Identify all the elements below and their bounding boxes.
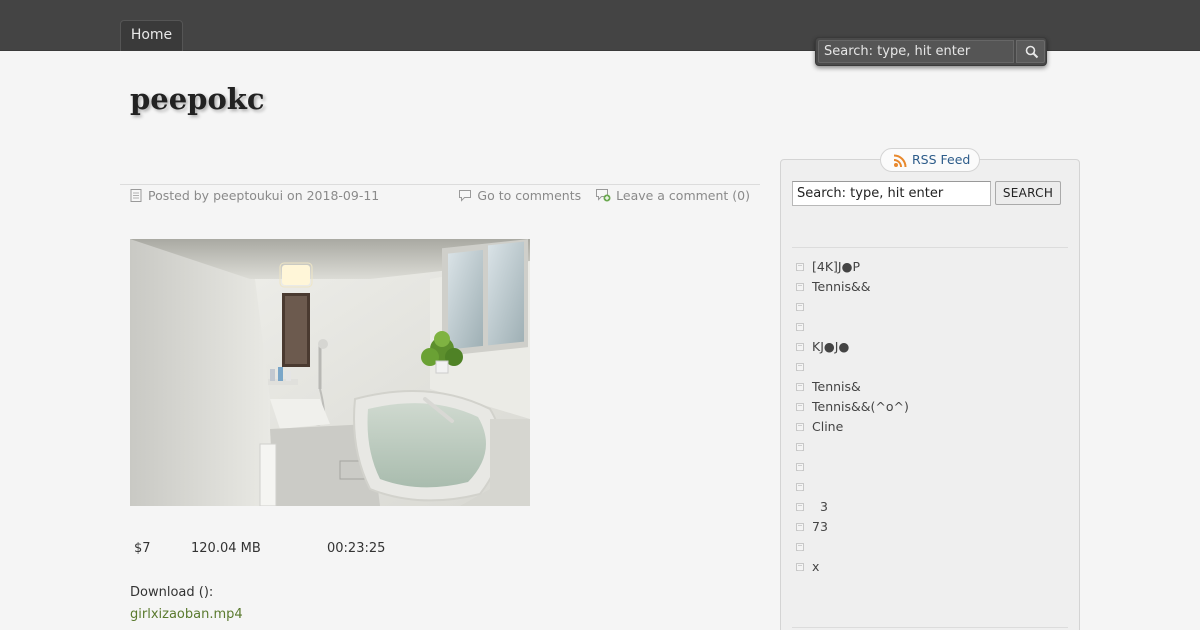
list-item[interactable] bbox=[794, 357, 1064, 377]
rss-feed-link[interactable]: RSS Feed bbox=[880, 148, 980, 172]
list-bullet-icon bbox=[796, 503, 804, 511]
list-bullet-icon bbox=[796, 523, 804, 531]
list-item-label: 3 bbox=[812, 499, 828, 514]
list-item[interactable] bbox=[794, 477, 1064, 497]
list-item-label: 73 bbox=[812, 519, 828, 534]
list-item[interactable]: Cline bbox=[794, 417, 1064, 437]
list-item[interactable] bbox=[794, 297, 1064, 317]
sidebar-divider bbox=[792, 247, 1068, 248]
list-item[interactable]: [4K]J●P bbox=[794, 257, 1064, 277]
list-bullet-icon bbox=[796, 263, 804, 271]
list-item[interactable]: Tennis&&(^o^) bbox=[794, 397, 1064, 417]
site-title[interactable]: peepokc bbox=[130, 82, 265, 116]
leave-comment-link[interactable]: Leave a comment (0) bbox=[616, 188, 750, 203]
list-bullet-icon bbox=[796, 343, 804, 351]
list-item-label: KJ●J● bbox=[812, 339, 850, 354]
sidebar-search-button[interactable]: SEARCH bbox=[995, 181, 1061, 205]
post-image bbox=[130, 239, 530, 506]
search-icon bbox=[1025, 45, 1039, 59]
header-search-input[interactable]: Search: type, hit enter bbox=[818, 40, 1014, 63]
list-bullet-icon bbox=[796, 543, 804, 551]
list-item-label: Tennis&&(^o^) bbox=[812, 399, 909, 414]
rss-icon bbox=[893, 154, 907, 168]
post-file-size: 120.04 MB bbox=[191, 541, 261, 556]
list-item-label: Cline bbox=[812, 419, 844, 434]
list-item[interactable]: Tennis& bbox=[794, 377, 1064, 397]
go-to-comments-link[interactable]: Go to comments bbox=[477, 188, 581, 203]
list-item[interactable]: x bbox=[794, 557, 1064, 577]
list-item-label: Tennis& bbox=[812, 379, 861, 394]
list-item-label: [4K]J●P bbox=[812, 259, 861, 274]
post-author[interactable]: peeptoukui bbox=[213, 188, 283, 203]
list-bullet-icon bbox=[796, 323, 804, 331]
post-duration: 00:23:25 bbox=[327, 541, 386, 556]
comment-add-icon bbox=[596, 189, 611, 202]
list-item[interactable]: KJ●J● bbox=[794, 337, 1064, 357]
list-bullet-icon bbox=[796, 303, 804, 311]
list-item-label: x bbox=[812, 559, 820, 574]
document-icon bbox=[130, 189, 142, 202]
sidebar-post-list: [4K]J●P Tennis&& KJ●J● Tennis& Tennis&&(… bbox=[794, 257, 1064, 577]
download-label: Download (): bbox=[130, 585, 214, 600]
list-item-label: Tennis&& bbox=[812, 279, 871, 294]
post-comment-links: Go to comments Leave a comment (0) bbox=[458, 188, 750, 203]
list-bullet-icon bbox=[796, 483, 804, 491]
posted-by-prefix: Posted by bbox=[148, 188, 210, 203]
list-bullet-icon bbox=[796, 383, 804, 391]
rss-feed-label: RSS Feed bbox=[912, 152, 971, 167]
list-bullet-icon bbox=[796, 423, 804, 431]
list-item[interactable]: 3 bbox=[794, 497, 1064, 517]
post-price: $7 bbox=[134, 541, 151, 556]
list-item[interactable] bbox=[794, 457, 1064, 477]
list-item[interactable]: Tennis&& bbox=[794, 277, 1064, 297]
list-bullet-icon bbox=[796, 443, 804, 451]
list-bullet-icon bbox=[796, 463, 804, 471]
list-item[interactable] bbox=[794, 437, 1064, 457]
list-bullet-icon bbox=[796, 563, 804, 571]
nav-home-tab[interactable]: Home bbox=[120, 20, 183, 51]
sidebar-divider-bottom bbox=[792, 627, 1068, 628]
sidebar-search-input[interactable]: Search: type, hit enter bbox=[792, 181, 991, 206]
post-meta: Posted by peeptoukui on 2018-09-11 Go to… bbox=[130, 188, 750, 204]
posted-on-word: on bbox=[287, 188, 303, 203]
list-item[interactable] bbox=[794, 317, 1064, 337]
speech-bubble-icon bbox=[459, 190, 472, 202]
list-bullet-icon bbox=[796, 403, 804, 411]
list-item[interactable]: 73 bbox=[794, 517, 1064, 537]
list-bullet-icon bbox=[796, 363, 804, 371]
meta-divider bbox=[120, 184, 760, 185]
post-date: 2018-09-11 bbox=[306, 188, 380, 203]
header-search-box: Search: type, hit enter bbox=[815, 37, 1047, 66]
list-bullet-icon bbox=[796, 283, 804, 291]
header-search-button[interactable] bbox=[1016, 40, 1045, 63]
download-link[interactable]: girlxizaoban.mp4 bbox=[130, 607, 243, 622]
list-item[interactable] bbox=[794, 537, 1064, 557]
post-byline: Posted by peeptoukui on 2018-09-11 bbox=[130, 188, 379, 203]
